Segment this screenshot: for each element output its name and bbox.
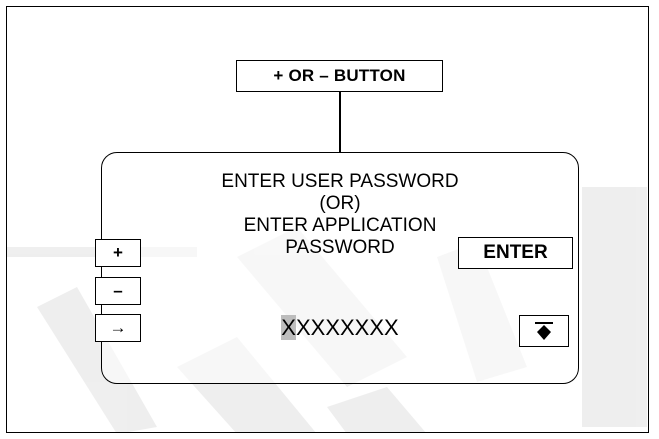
top-button[interactable] (519, 315, 569, 347)
enter-button-label: ENTER (483, 242, 548, 263)
leader-line (339, 92, 341, 152)
callout-label: + OR – BUTTON (273, 66, 406, 85)
password-cursor-char: X (281, 315, 296, 340)
plus-button[interactable]: + (95, 239, 141, 267)
enter-button[interactable]: ENTER (458, 237, 573, 269)
prompt-line-1: ENTER USER PASSWORD (221, 171, 459, 192)
plus-or-minus-button-callout: + OR – BUTTON (236, 60, 443, 92)
password-field[interactable]: XXXXXXXX (102, 315, 578, 341)
arrow-button[interactable]: → (95, 314, 141, 342)
password-rest: XXXXXXX (295, 315, 399, 340)
arrow-button-label: → (109, 318, 127, 337)
diagram-frame: + OR – BUTTON ENTER USER PASSWORD (OR) E… (6, 6, 649, 433)
plus-button-label: + (113, 243, 123, 262)
arrow-to-top-icon (535, 322, 553, 340)
minus-button-label: – (113, 281, 123, 300)
prompt-line-3: ENTER APPLICATION (243, 215, 437, 236)
prompt-line-2: (OR) (319, 193, 361, 214)
minus-button[interactable]: – (95, 277, 141, 305)
